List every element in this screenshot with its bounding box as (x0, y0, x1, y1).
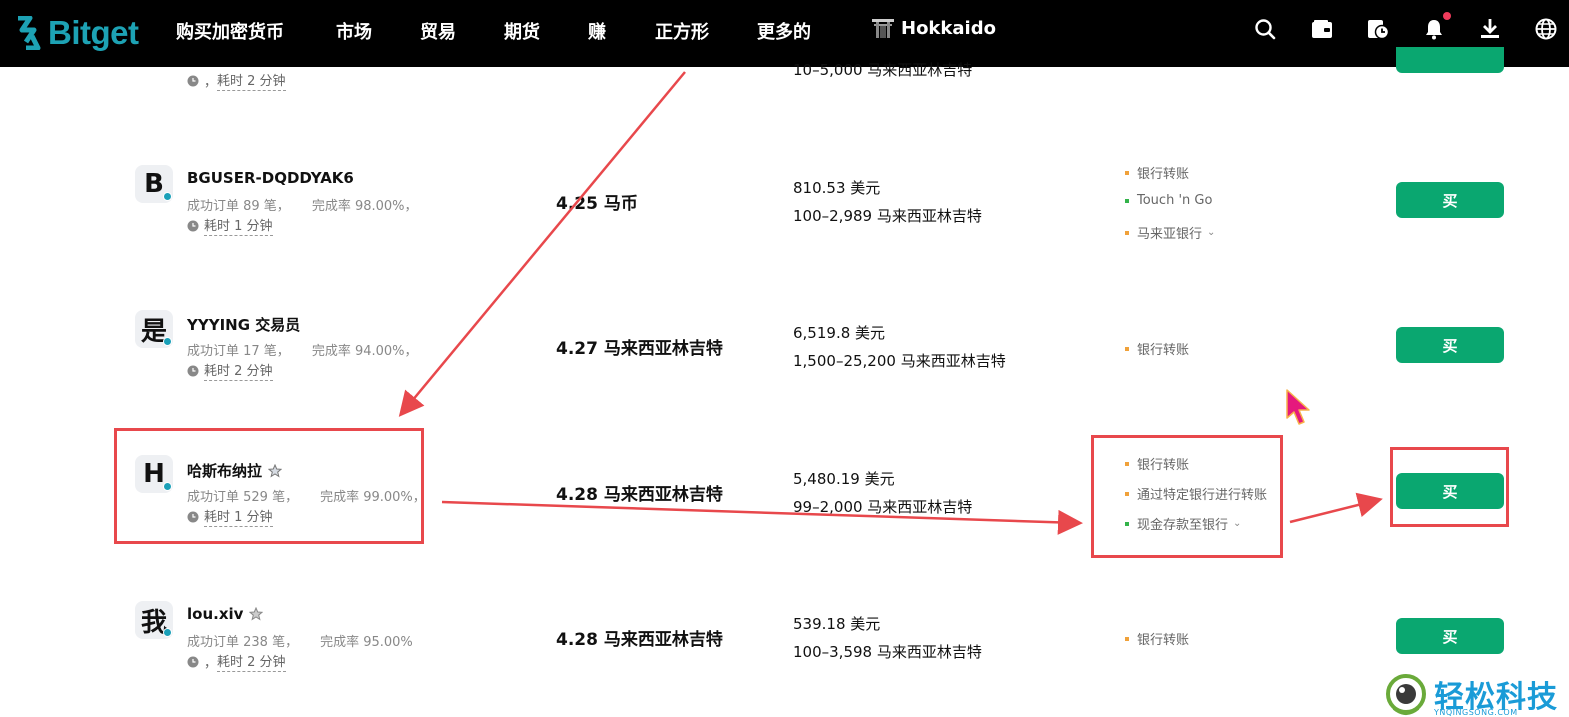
unit-price: 4.25 马币 (556, 194, 638, 214)
clock-icon (187, 75, 199, 86)
merchant-name[interactable]: BGUSER-DQDDYAK6 (187, 169, 354, 187)
avatar[interactable]: B (135, 165, 173, 203)
avatar[interactable]: 是 (135, 310, 173, 348)
arrow-to-merchant (398, 71, 686, 417)
avg-release-time: 耗时 1 分钟 (187, 215, 273, 236)
available-amount: 539.18 美元 (793, 615, 881, 633)
buy-button[interactable]: 买 (1396, 327, 1504, 363)
online-status-dot (163, 628, 172, 637)
payment-method: 银行转账 (1125, 339, 1189, 358)
order-limit: 100–2,989 马来西亚林吉特 (793, 207, 982, 225)
avg-release-time: ，耗时 2 分钟 (187, 70, 286, 91)
order-limit: 1,500–25,200 马来西亚林吉特 (793, 352, 1006, 370)
payment-method: Touch 'n Go (1125, 193, 1212, 208)
merchant-name[interactable]: lou.xiv (187, 605, 264, 623)
clock-icon (187, 656, 199, 667)
highlight-payment-box (1091, 435, 1283, 558)
merchant-badge-icon (249, 607, 264, 621)
payment-method: 银行转账 (1125, 629, 1189, 648)
mouse-cursor-icon (1286, 389, 1310, 425)
online-status-dot (163, 337, 172, 346)
unit-price: 4.28 马来西亚林吉特 (556, 630, 723, 650)
buy-button[interactable]: 买 (1396, 618, 1504, 654)
merchant-stats: 成功订单 89 笔， 完成率 98.00%， (187, 199, 418, 214)
buy-button[interactable]: 买 (1396, 182, 1504, 218)
available-amount: 6,519.8 美元 (793, 324, 886, 342)
payment-method: 银行转账 (1125, 163, 1189, 182)
avg-release-time: ，耗时 2 分钟 (187, 651, 286, 672)
online-status-dot (163, 192, 172, 201)
merchant-stats: 成功订单 238 笔， 完成率 95.00% (187, 635, 413, 650)
highlight-merchant-box (114, 428, 424, 544)
watermark: 轻松科技 YNQINGSONG.COM (1382, 672, 1569, 717)
order-limit: 100–3,598 马来西亚林吉特 (793, 643, 982, 661)
payment-method[interactable]: 马来亚银行 ⌄ (1125, 223, 1215, 242)
unit-price: 4.28 马来西亚林吉特 (556, 485, 723, 505)
watermark-subtext: YNQINGSONG.COM (1434, 708, 1518, 717)
merchant-stats: 成功订单 17 笔， 完成率 94.00%， (187, 344, 418, 359)
arrow-to-buy (1289, 492, 1383, 524)
merchant-name[interactable]: YYYING 交易员 (187, 314, 300, 335)
arrow-to-payment (441, 500, 1083, 535)
available-amount: 810.53 美元 (793, 179, 881, 197)
clock-icon (187, 220, 199, 231)
watermark-logo-icon (1386, 674, 1426, 715)
available-amount: 5,480.19 美元 (793, 470, 895, 488)
order-limit: 99–2,000 马来西亚林吉特 (793, 498, 973, 516)
avg-release-time: 耗时 2 分钟 (187, 360, 273, 381)
unit-price: 4.27 马来西亚林吉特 (556, 339, 723, 359)
chevron-down-icon: ⌄ (1207, 227, 1216, 238)
clock-icon (187, 365, 199, 376)
avatar[interactable]: 我 (135, 601, 173, 639)
highlight-buy-box (1390, 447, 1509, 527)
